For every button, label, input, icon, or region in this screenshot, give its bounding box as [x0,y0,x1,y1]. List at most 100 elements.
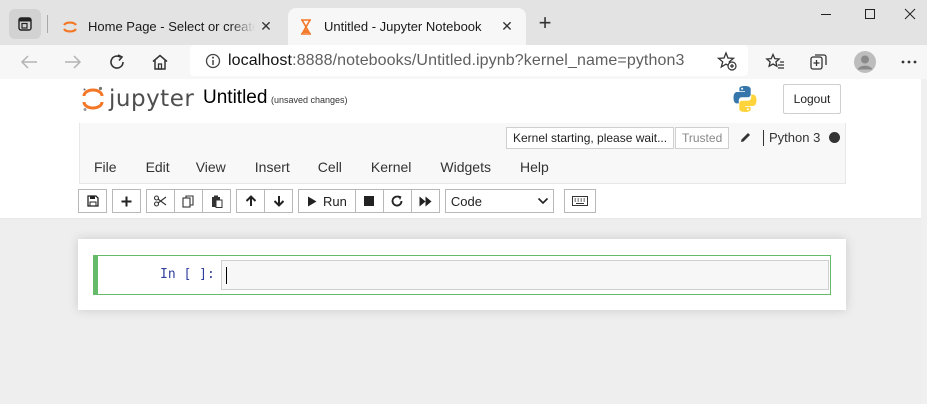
menu-cell[interactable]: Cell [318,153,342,181]
scissors-icon [154,195,167,207]
clipboard-icon [211,195,222,208]
minimize-button[interactable] [803,0,849,28]
tab-untitled-notebook[interactable]: Untitled - Jupyter Notebook ✕ [288,8,526,45]
run-label: Run [323,193,347,209]
home-button[interactable] [145,47,175,77]
menubar: Kernel starting, please wait... Trusted … [79,123,846,184]
minimize-icon [821,14,831,15]
jupyter-favicon-icon [62,19,78,35]
new-tab-button[interactable]: + [534,10,556,35]
settings-more-button[interactable] [894,47,924,77]
address-bar[interactable]: localhost:8888/notebooks/Untitled.ipynb?… [190,45,748,76]
edit-mode-icon [737,129,753,145]
arrow-left-icon [20,55,37,69]
plus-icon [121,196,132,206]
interrupt-kernel-button[interactable] [354,189,384,213]
chevron-down-icon [537,197,548,205]
menu-file[interactable]: File [94,153,117,181]
notebook-container: In [ ]: [78,239,846,310]
restart-kernel-button[interactable] [382,189,412,213]
kernel-name[interactable]: Python 3 [769,130,820,145]
add-favorite-button[interactable] [716,50,738,72]
jupyter-logo[interactable]: jupyter [82,85,194,113]
tab-actions-icon [18,17,32,31]
code-input[interactable] [221,260,829,290]
arrow-right-icon [65,55,82,69]
move-up-button[interactable] [236,189,265,213]
back-button[interactable] [14,47,44,77]
tab-title: Untitled - Jupyter Notebook [324,19,482,34]
refresh-icon [110,54,124,69]
collections-icon [810,54,827,70]
avatar-icon [854,51,876,73]
page-scrollbar[interactable] [921,79,927,404]
trusted-indicator[interactable]: Trusted [675,127,730,149]
menu-list: File Edit View Insert Cell Kernel Widget… [80,153,549,181]
star-add-icon [717,51,737,71]
cell-type-select[interactable]: Code [444,189,554,213]
insert-cell-button[interactable] [112,189,141,213]
keyboard-icon [571,196,588,206]
tab-home-page[interactable]: Home Page - Select or create a notebook … [52,8,285,45]
fast-forward-icon [419,196,432,206]
cell-prompt: In [ ]: [160,267,215,282]
favorites-list-icon [765,53,784,69]
arrow-down-icon [273,196,284,207]
menu-view[interactable]: View [196,153,226,181]
notebook-toolbar: Run Code [78,189,596,215]
save-button[interactable] [78,189,107,213]
profile-button[interactable] [850,47,880,77]
copy-button[interactable] [174,189,203,213]
cut-button[interactable] [146,189,175,213]
site-info-icon[interactable] [198,53,228,69]
menu-widgets[interactable]: Widgets [440,153,491,181]
kernel-busy-indicator [829,132,840,143]
home-icon [152,54,168,70]
floppy-disk-icon [86,195,99,207]
menu-help[interactable]: Help [520,153,549,181]
menu-edit[interactable]: Edit [146,153,170,181]
code-cell[interactable]: In [ ]: [93,255,831,295]
more-horizontal-icon [901,60,917,64]
menu-insert[interactable]: Insert [255,153,290,181]
browser-navigation-bar: localhost:8888/notebooks/Untitled.ipynb?… [0,45,927,79]
jupyter-logo-text: jupyter [109,86,195,112]
kernel-separator [763,130,764,146]
close-icon [904,8,916,20]
copy-icon [182,194,194,208]
paste-button[interactable] [202,189,231,213]
restart-icon [391,195,403,207]
menu-kernel[interactable]: Kernel [371,153,411,181]
url-path: :8888/notebooks/Untitled.ipynb?kernel_na… [292,51,685,69]
tab-title: Home Page - Select or create a notebook [88,19,255,34]
close-window-button[interactable] [887,0,927,28]
save-state: (unsaved changes) [271,95,348,105]
notebook-name[interactable]: Untitled [203,87,267,109]
jupyter-header: jupyter Untitled (unsaved changes) Logou… [0,79,921,219]
cell-type-value: Code [450,193,482,209]
tab-close-icon[interactable]: ✕ [496,16,518,38]
browser-tab-strip: Home Page - Select or create a notebook … [0,0,927,45]
move-down-button[interactable] [264,189,293,213]
tab-separator [47,15,48,33]
tab-close-icon[interactable]: ✕ [255,16,277,38]
stop-icon [364,196,375,206]
run-button[interactable]: Run [298,189,356,213]
forward-button[interactable] [58,47,88,77]
logout-button[interactable]: Logout [783,84,841,114]
url-host: localhost [228,51,293,69]
python-logo-icon [733,86,757,112]
tab-actions-button[interactable] [9,9,41,39]
maximize-icon [865,9,875,19]
url-text[interactable]: localhost:8888/notebooks/Untitled.ipynb?… [228,52,684,70]
hourglass-favicon-icon [298,18,314,35]
restart-run-all-button[interactable] [410,189,440,213]
refresh-button[interactable] [102,47,132,77]
arrow-up-icon [245,195,256,206]
collections-button[interactable] [804,47,834,77]
kernel-status-indicator: Kernel starting, please wait... [506,127,675,149]
favorites-button[interactable] [760,47,790,77]
command-palette-button[interactable] [563,189,596,213]
play-icon [308,196,317,206]
text-cursor [226,267,227,284]
